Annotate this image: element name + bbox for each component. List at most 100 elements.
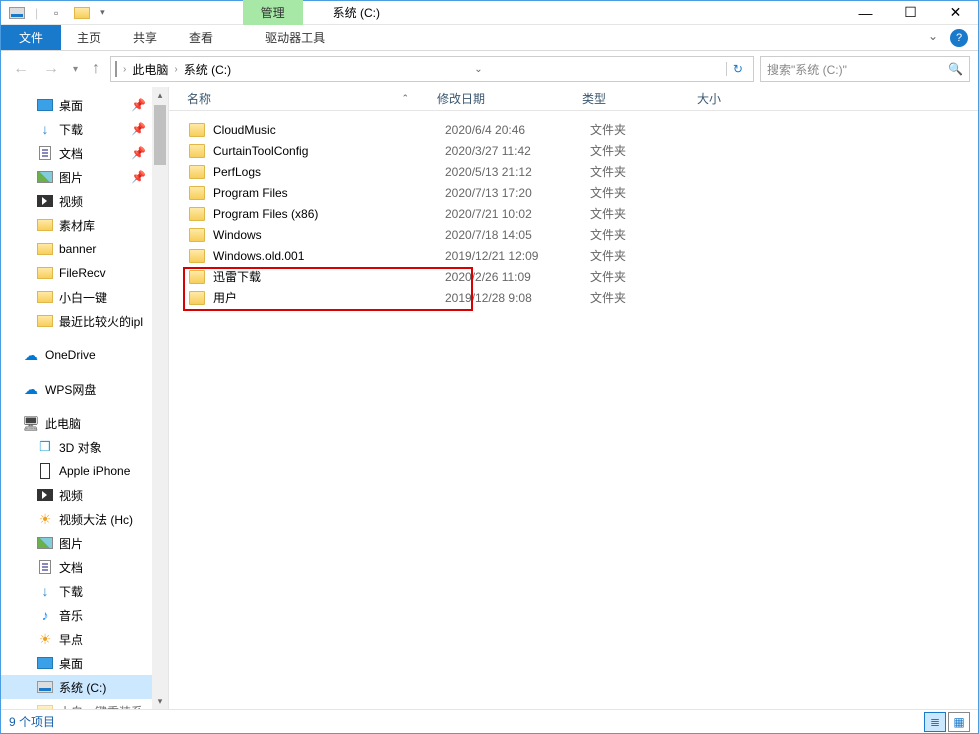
file-row[interactable]: Program Files (x86)2020/7/21 10:02文件夹 xyxy=(169,203,978,224)
nav-label: 3D 对象 xyxy=(59,439,102,456)
file-date: 2020/7/18 14:05 xyxy=(445,228,590,242)
forward-button[interactable]: → xyxy=(39,58,63,80)
nav-label: 此电脑 xyxy=(45,415,81,432)
nav-item[interactable]: 视频 xyxy=(1,189,168,213)
nav-label: Apple iPhone xyxy=(59,464,130,478)
nav-icon xyxy=(37,241,53,257)
nav-label: OneDrive xyxy=(45,348,96,362)
nav-item[interactable]: 视频 xyxy=(1,483,168,507)
nav-item[interactable]: FileRecv xyxy=(1,261,168,285)
close-button[interactable]: ✕ xyxy=(933,2,978,24)
file-date: 2020/2/26 11:09 xyxy=(445,270,590,284)
nav-item[interactable]: 文档 xyxy=(1,555,168,579)
nav-item[interactable]: 素材库 xyxy=(1,213,168,237)
col-name[interactable]: 名称⌃ xyxy=(183,90,433,107)
back-button[interactable]: ← xyxy=(9,58,33,80)
app-icon xyxy=(9,5,25,21)
file-row[interactable]: CloudMusic2020/6/4 20:46文件夹 xyxy=(169,119,978,140)
nav-wps[interactable]: ☁WPS网盘 xyxy=(1,377,168,401)
refresh-button[interactable]: ↻ xyxy=(726,62,749,76)
nav-label: WPS网盘 xyxy=(45,381,96,398)
search-icon[interactable]: 🔍 xyxy=(948,62,963,76)
nav-item[interactable]: ☀早点 xyxy=(1,627,168,651)
contextual-tab-label[interactable]: 管理 xyxy=(243,0,303,25)
sort-arrow-icon: ⌃ xyxy=(401,93,409,104)
nav-scrollbar[interactable]: ▴ ▾ xyxy=(152,87,168,709)
nav-item[interactable]: ❒3D 对象 xyxy=(1,435,168,459)
drive-tools-tab[interactable]: 驱动器工具 xyxy=(249,25,341,50)
address-dropdown-icon[interactable]: ⌄ xyxy=(470,64,486,75)
window-controls: — ☐ ✕ xyxy=(843,2,978,24)
nav-item[interactable]: 系统 (C:) xyxy=(1,675,168,699)
folder-icon xyxy=(189,207,205,221)
nav-item[interactable]: ↓下载📌 xyxy=(1,117,168,141)
qat-folder-icon[interactable] xyxy=(74,5,90,21)
nav-item[interactable]: ♪音乐 xyxy=(1,603,168,627)
nav-thispc[interactable]: 🖥 此电脑 xyxy=(1,411,168,435)
file-row[interactable]: 用户2019/12/28 9:08文件夹 xyxy=(169,287,978,308)
file-row[interactable]: Windows.old.0012019/12/21 12:09文件夹 xyxy=(169,245,978,266)
scroll-thumb[interactable] xyxy=(154,105,166,165)
help-button[interactable]: ? xyxy=(950,29,968,47)
nav-label: 图片 xyxy=(59,169,83,186)
ribbon-tabs: 文件 主页 共享 查看 驱动器工具 ⌄ ? xyxy=(1,25,978,51)
scroll-up-icon[interactable]: ▴ xyxy=(152,87,168,103)
file-date: 2019/12/21 12:09 xyxy=(445,249,590,263)
address-bar[interactable]: › 此电脑 › 系统 (C:) ⌄ ↻ xyxy=(110,56,754,82)
nav-icon xyxy=(37,145,53,161)
col-date[interactable]: 修改日期 xyxy=(433,90,578,107)
ribbon-expand-icon[interactable]: ⌄ xyxy=(920,25,946,50)
nav-item[interactable]: Apple iPhone xyxy=(1,459,168,483)
nav-item[interactable]: 文档📌 xyxy=(1,141,168,165)
file-row[interactable]: PerfLogs2020/5/13 21:12文件夹 xyxy=(169,161,978,182)
breadcrumb-pc[interactable]: 此电脑 xyxy=(132,61,168,78)
nav-icon xyxy=(37,313,53,329)
folder-icon xyxy=(189,165,205,179)
nav-label: 系统 (C:) xyxy=(59,679,106,696)
up-button[interactable]: ↑ xyxy=(88,58,104,80)
nav-item[interactable]: ↓下载 xyxy=(1,579,168,603)
share-tab[interactable]: 共享 xyxy=(117,25,173,50)
recent-dropdown-icon[interactable]: ▾ xyxy=(69,62,82,77)
qat-dropdown-icon[interactable]: ▾ xyxy=(100,7,105,18)
nav-item[interactable]: banner xyxy=(1,237,168,261)
search-box[interactable]: 搜索"系统 (C:)" 🔍 xyxy=(760,56,970,82)
chevron-right-icon[interactable]: › xyxy=(174,64,177,75)
file-row[interactable]: CurtainToolConfig2020/3/27 11:42文件夹 xyxy=(169,140,978,161)
scroll-down-icon[interactable]: ▾ xyxy=(152,693,168,709)
home-tab[interactable]: 主页 xyxy=(61,25,117,50)
pin-icon: 📌 xyxy=(131,146,146,160)
details-view-button[interactable]: ≣ xyxy=(924,712,946,732)
col-type[interactable]: 类型 xyxy=(578,90,693,107)
nav-item[interactable]: ☀视频大法 (Hc) xyxy=(1,507,168,531)
file-name: 迅雷下载 xyxy=(213,268,445,285)
nav-item[interactable]: 最近比较火的ipl xyxy=(1,309,168,333)
qat-properties-icon[interactable]: ▫ xyxy=(48,5,64,21)
pc-icon: 🖥 xyxy=(23,415,39,431)
col-size[interactable]: 大小 xyxy=(693,90,773,107)
maximize-button[interactable]: ☐ xyxy=(888,2,933,24)
file-row[interactable]: Windows2020/7/18 14:05文件夹 xyxy=(169,224,978,245)
nav-item[interactable]: 图片📌 xyxy=(1,165,168,189)
breadcrumb-drive[interactable]: 系统 (C:) xyxy=(184,61,231,78)
file-row[interactable]: 迅雷下载2020/2/26 11:09文件夹 xyxy=(169,266,978,287)
file-list-pane: 名称⌃ 修改日期 类型 大小 CloudMusic2020/6/4 20:46文… xyxy=(169,87,978,709)
folder-icon xyxy=(189,291,205,305)
nav-icon xyxy=(37,655,53,671)
file-name: Program Files xyxy=(213,186,445,200)
nav-item[interactable]: 小白一键 xyxy=(1,285,168,309)
nav-label: 桌面 xyxy=(59,655,83,672)
nav-item[interactable]: 桌面 xyxy=(1,651,168,675)
nav-onedrive[interactable]: ☁OneDrive xyxy=(1,343,168,367)
large-icons-view-button[interactable]: ▦ xyxy=(948,712,970,732)
search-placeholder: 搜索"系统 (C:)" xyxy=(767,61,847,78)
nav-item[interactable]: 图片 xyxy=(1,531,168,555)
view-tab[interactable]: 查看 xyxy=(173,25,229,50)
column-headers: 名称⌃ 修改日期 类型 大小 xyxy=(169,87,978,111)
nav-item[interactable]: 桌面📌 xyxy=(1,93,168,117)
file-tab[interactable]: 文件 xyxy=(1,25,61,50)
nav-item-truncated[interactable]: 小白一键重装系 xyxy=(1,699,168,709)
file-row[interactable]: Program Files2020/7/13 17:20文件夹 xyxy=(169,182,978,203)
minimize-button[interactable]: — xyxy=(843,2,888,24)
chevron-right-icon[interactable]: › xyxy=(123,64,126,75)
